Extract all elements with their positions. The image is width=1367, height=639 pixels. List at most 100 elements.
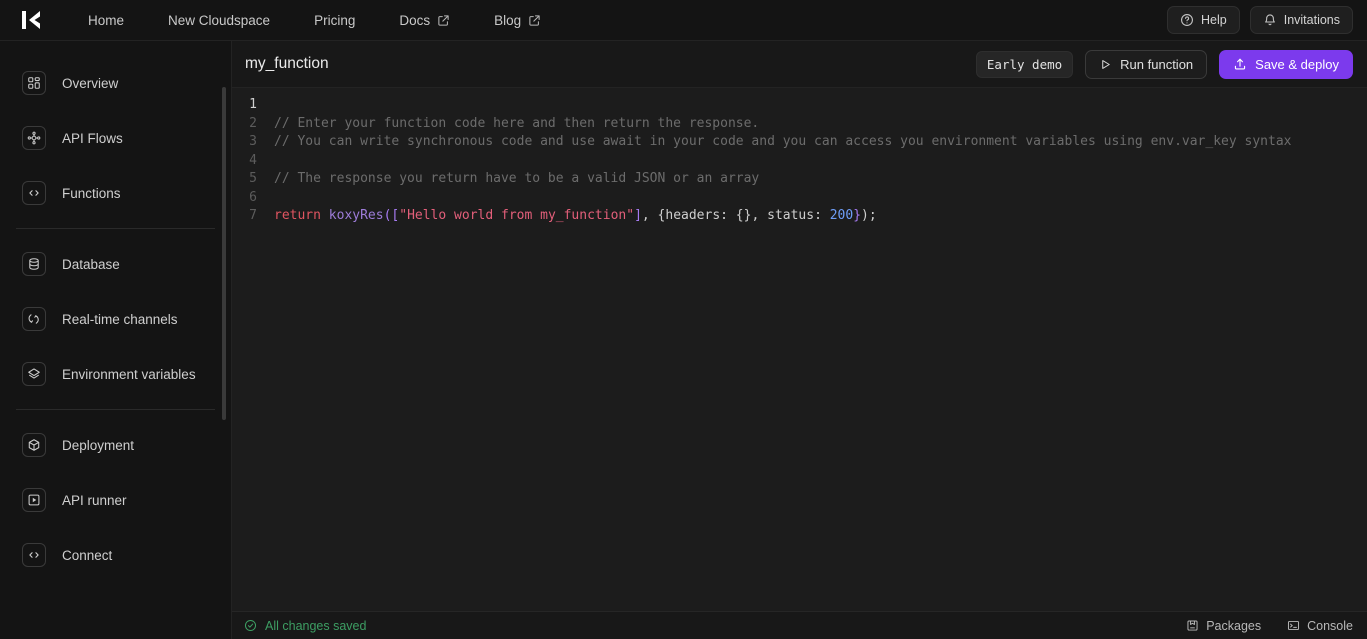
code-token: return (274, 208, 321, 223)
save-and-deploy-button[interactable]: Save & deploy (1219, 49, 1353, 79)
play-icon (1099, 58, 1112, 71)
nav-link-label: New Cloudspace (168, 12, 271, 28)
nav-link-label: Docs (399, 12, 431, 28)
top-navigation-bar: Home New Cloudspace Pricing Docs Blog He… (0, 0, 1367, 41)
line-number: 2 (249, 115, 257, 131)
line-number: 5 (249, 171, 257, 186)
sidebar-item-label: Real-time channels (62, 311, 178, 327)
app-root: Home New Cloudspace Pricing Docs Blog He… (0, 0, 1367, 639)
console-label: Console (1307, 618, 1353, 633)
check-circle-icon (244, 619, 257, 632)
nav-link-new-cloudspace[interactable]: New Cloudspace (154, 7, 284, 34)
line-number: 4 (249, 152, 257, 168)
code-line[interactable]: 4 (232, 152, 1367, 171)
realtime-channels-icon (22, 307, 46, 331)
body-row: Overview API Flows Functions Database Re… (0, 41, 1367, 639)
sidebar-item-label: Connect (62, 547, 113, 563)
help-button[interactable]: Help (1167, 6, 1240, 34)
function-title-bar: my_function Early demo Run function Save… (232, 41, 1367, 88)
invitations-button[interactable]: Invitations (1249, 6, 1353, 34)
run-function-button[interactable]: Run function (1085, 49, 1208, 79)
title-actions: Early demo Run function Save & deploy (975, 49, 1353, 79)
sidebar-divider (16, 228, 215, 229)
code-line-text: // The response you return have to be a … (274, 170, 759, 189)
cube-icon (22, 433, 46, 457)
code-token: "Hello world from my_function" (399, 208, 635, 223)
nav-link-blog[interactable]: Blog (480, 7, 555, 34)
code-token: // Enter your function code here and the… (274, 115, 760, 131)
nav-link-label: Pricing (314, 12, 356, 28)
upload-icon (1233, 57, 1247, 71)
packages-label: Packages (1206, 618, 1262, 633)
code-lines: 1 2 // Enter your function code here and t… (232, 96, 1367, 226)
sidebar-item-api-flows[interactable]: API Flows (16, 115, 215, 161)
koxy-k-logo[interactable] (16, 6, 48, 34)
sidebar-item-label: Overview (62, 75, 119, 91)
bell-icon (1263, 13, 1277, 27)
help-label: Help (1201, 13, 1227, 27)
sidebar-item-real-time-channels[interactable]: Real-time channels (16, 296, 215, 342)
sidebar-item-functions[interactable]: Functions (16, 170, 215, 216)
help-circle-icon (1180, 13, 1194, 27)
editor-status-bar: All changes saved Packages Console (232, 611, 1367, 639)
code-line[interactable]: 1 (232, 96, 1367, 115)
nav-link-pricing[interactable]: Pricing (300, 7, 369, 34)
external-link-icon (528, 14, 541, 27)
flow-nodes-icon (22, 126, 46, 150)
code-line[interactable]: 3 // You can write synchronous code and u… (232, 133, 1367, 152)
sidebar-item-label: API Flows (62, 130, 123, 146)
status-right-actions: Packages Console (1186, 619, 1353, 633)
line-number: 7 (249, 208, 257, 223)
code-token: 200 (829, 208, 854, 223)
code-brackets-icon (22, 181, 46, 205)
code-editor[interactable]: 1 2 // Enter your function code here and t… (232, 88, 1367, 611)
sidebar-item-environment-variables[interactable]: Environment variables (16, 351, 215, 397)
code-token: ([ (383, 208, 400, 223)
sidebar-item-label: API runner (62, 492, 127, 508)
code-token: // You can write synchronous code and us… (274, 134, 1292, 149)
saved-status-label: All changes saved (265, 618, 367, 633)
status-badge: Early demo (975, 50, 1074, 78)
nav-right-actions: Help Invitations (1167, 6, 1353, 34)
sidebar-item-label: Deployment (62, 437, 135, 453)
code-token: , {headers: {}, status: (641, 208, 830, 223)
terminal-icon (1287, 619, 1300, 632)
main-content: my_function Early demo Run function Save… (232, 41, 1367, 639)
sidebar-item-api-runner[interactable]: API runner (16, 477, 215, 523)
external-link-icon (437, 14, 450, 27)
layers-icon (22, 362, 46, 386)
sidebar-item-label: Database (62, 256, 120, 272)
sidebar-item-database[interactable]: Database (16, 241, 215, 287)
packages-button[interactable]: Packages (1186, 619, 1261, 633)
nav-links: Home New Cloudspace Pricing Docs Blog (74, 7, 571, 34)
code-line[interactable]: 2 // Enter your function code here and th… (232, 115, 1367, 134)
sidebar-item-connect[interactable]: Connect (16, 532, 215, 578)
nav-link-label: Blog (494, 12, 522, 28)
code-line[interactable]: 5 // The response you return have to be a… (232, 170, 1367, 189)
sidebar-divider (16, 409, 215, 410)
sidebar-item-deployment[interactable]: Deployment (16, 422, 215, 468)
nav-link-docs[interactable]: Docs (385, 7, 464, 34)
run-function-label: Run function (1120, 56, 1194, 72)
line-number: 6 (249, 189, 257, 205)
sidebar-item-overview[interactable]: Overview (16, 60, 215, 106)
code-line-text: return koxyRes(["Hello world from my_fun… (274, 207, 877, 226)
nav-link-home[interactable]: Home (74, 7, 138, 34)
nav-link-label: Home (88, 12, 125, 28)
play-box-icon (22, 488, 46, 512)
saved-status: All changes saved (244, 619, 366, 633)
code-token: ] (634, 208, 642, 223)
sidebar-item-label: Environment variables (62, 366, 196, 382)
code-line-text: // Enter your function code here and the… (274, 115, 759, 134)
console-button[interactable]: Console (1287, 619, 1353, 633)
sidebar-scrollbar-thumb[interactable] (222, 87, 226, 420)
sidebar: Overview API Flows Functions Database Re… (0, 41, 232, 639)
line-number: 3 (249, 134, 257, 149)
sidebar-scrollbar-track[interactable] (222, 45, 229, 639)
code-line[interactable]: 7 return koxyRes(["Hello world from my_fu… (232, 207, 1367, 226)
grid-icon (22, 71, 46, 95)
database-icon (22, 252, 46, 276)
sidebar-item-label: Functions (62, 185, 121, 201)
code-line[interactable]: 6 (232, 189, 1367, 208)
